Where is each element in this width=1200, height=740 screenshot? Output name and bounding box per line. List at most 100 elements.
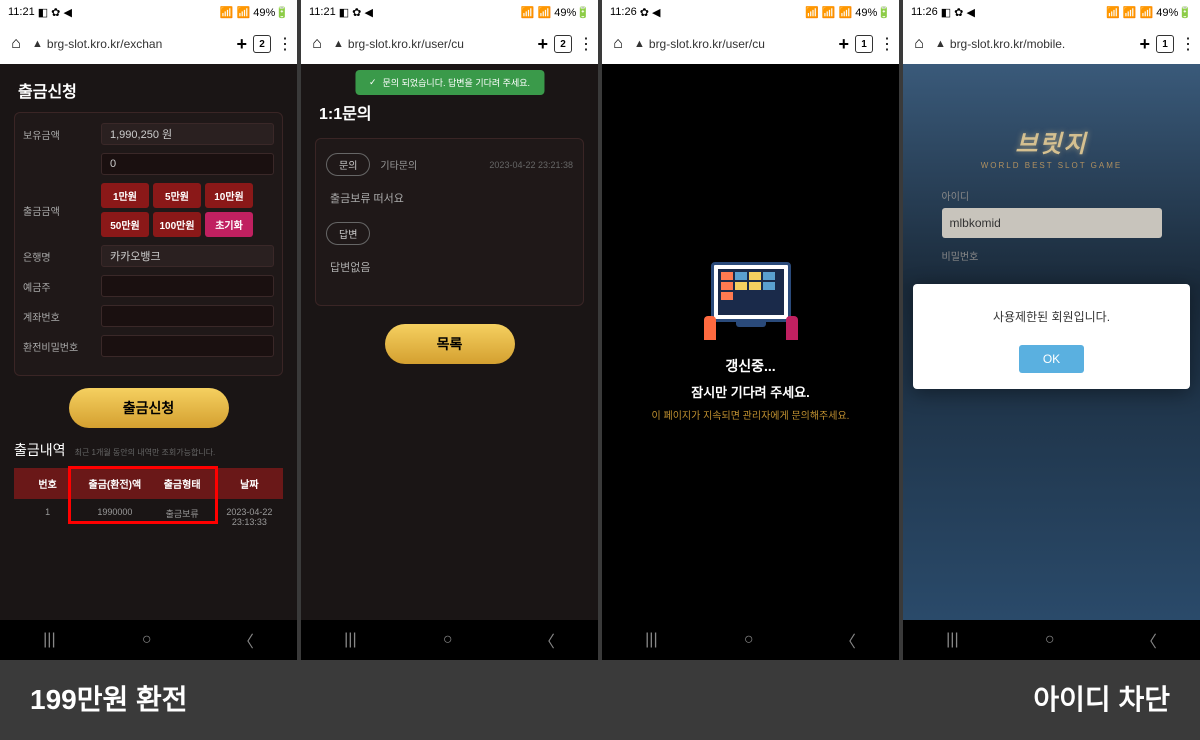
status-bar: 11:26 ◧ ✿ ◀ 📶 📶 📶 49%🔋	[903, 0, 1200, 24]
toast-text: 문의 되었습니다. 답변을 기다려 주세요.	[383, 76, 530, 89]
status-bar: 11:26 ✿ ◀ 📶 📶 📶 49%🔋	[602, 0, 899, 24]
td-status: 출금보류	[149, 499, 216, 535]
url-bar[interactable]: ▲brg-slot.kro.kr/exchan	[32, 37, 230, 51]
monitor-icon	[711, 262, 791, 322]
holder-label: 예금주	[23, 279, 93, 294]
browser-bar: ⌂ ▲brg-slot.kro.kr/mobile. + 1 ⋮	[903, 24, 1200, 64]
reply-none: 답변없음	[326, 259, 573, 275]
url-bar[interactable]: ▲ brg-slot.kro.kr/user/cu	[634, 37, 832, 51]
nav-back[interactable]: 〈	[840, 628, 856, 652]
loading-text: 갱신중...	[725, 356, 775, 376]
tab-count[interactable]: 2	[253, 35, 271, 53]
login-form: 아이디 비밀번호	[942, 188, 1162, 268]
withdraw-page: 출금신청 보유금액 1,990,250 원 0 출금금액 1만원 5만원 10만…	[0, 64, 297, 620]
url-text: brg-slot.kro.kr/user/cu	[649, 37, 765, 51]
amount-btn-reset[interactable]: 초기화	[205, 212, 253, 237]
th-status: 출금형태	[149, 468, 216, 499]
modal-ok-button[interactable]: OK	[1019, 345, 1084, 373]
nav-back[interactable]: 〈	[1141, 628, 1157, 652]
reply-badge: 답변	[326, 222, 370, 245]
loading-illustration	[696, 262, 806, 342]
nav-bar: ||| ○ 〈	[903, 620, 1200, 660]
caption-right: 아이디 차단	[1033, 678, 1170, 718]
inquiry-category: 기타문의	[380, 157, 479, 172]
inquiry-date: 2023-04-22 23:21:38	[489, 160, 573, 170]
tab-count[interactable]: 1	[1156, 35, 1174, 53]
home-icon[interactable]: ⌂	[6, 34, 26, 54]
url-text: brg-slot.kro.kr/user/cu	[348, 37, 464, 51]
history-subtitle: 최근 1개월 동안의 내역만 조회가능합니다.	[75, 448, 216, 457]
inquiry-page: ✓ 문의 되었습니다. 답변을 기다려 주세요. 1:1문의 문의 기타문의 2…	[301, 64, 598, 620]
amount-input[interactable]: 0	[101, 153, 274, 175]
id-input[interactable]	[942, 208, 1162, 238]
holder-input[interactable]	[101, 275, 274, 297]
nav-recent[interactable]: |||	[645, 631, 657, 649]
nav-recent[interactable]: |||	[946, 631, 958, 649]
status-icons-right: 📶 📶 📶 49%🔋	[1106, 6, 1192, 19]
nav-home[interactable]: ○	[1045, 631, 1055, 649]
browser-bar: ⌂ ▲brg-slot.kro.kr/exchan + 2 ⋮	[0, 24, 297, 64]
home-icon[interactable]: ⌂	[608, 34, 628, 54]
browser-bar: ⌂ ▲ brg-slot.kro.kr/user/cu + 1 ⋮	[602, 24, 899, 64]
url-text: brg-slot.kro.kr/exchan	[47, 37, 162, 51]
pwd-input[interactable]	[101, 335, 274, 357]
nav-bar: ||| ○ 〈	[301, 620, 598, 660]
amount-btn-10[interactable]: 10만원	[205, 183, 253, 208]
list-button[interactable]: 목록	[385, 324, 515, 364]
balance-label: 보유금액	[23, 127, 93, 142]
tab-count[interactable]: 1	[855, 35, 873, 53]
pw-label: 비밀번호	[942, 248, 1162, 263]
tab-count[interactable]: 2	[554, 35, 572, 53]
page-title: 출금신청	[14, 72, 283, 112]
bank-input[interactable]: 카카오뱅크	[101, 245, 274, 267]
home-icon[interactable]: ⌂	[307, 34, 327, 54]
status-icons-right: 📶 📶 📶 49%🔋	[805, 6, 891, 19]
note-text: 이 페이지가 지속되면 관리자에게 문의해주세요.	[652, 407, 850, 422]
menu-icon[interactable]: ⋮	[277, 34, 291, 54]
toast-message: ✓ 문의 되었습니다. 답변을 기다려 주세요.	[355, 70, 544, 95]
menu-icon[interactable]: ⋮	[1180, 34, 1194, 54]
captions: 199만원 환전 아이디 차단	[0, 660, 1200, 736]
phone-screen-4: 11:26 ◧ ✿ ◀ 📶 📶 📶 49%🔋 ⌂ ▲brg-slot.kro.k…	[903, 0, 1200, 660]
home-icon[interactable]: ⌂	[909, 34, 929, 54]
nav-back[interactable]: 〈	[238, 628, 254, 652]
new-tab-icon[interactable]: +	[838, 34, 849, 55]
amount-btn-1[interactable]: 1만원	[101, 183, 149, 208]
phone-screen-2: 11:21 ◧ ✿ ◀ 📶 📶 49%🔋 ⌂ ▲brg-slot.kro.kr/…	[301, 0, 598, 660]
submit-button[interactable]: 출금신청	[69, 388, 229, 428]
nav-home[interactable]: ○	[142, 631, 152, 649]
new-tab-icon[interactable]: +	[537, 34, 548, 55]
page-title: 1:1문의	[315, 94, 584, 138]
new-tab-icon[interactable]: +	[236, 34, 247, 55]
td-amount: 1990000	[81, 499, 148, 535]
amount-btn-5[interactable]: 5만원	[153, 183, 201, 208]
account-label: 계좌번호	[23, 309, 93, 324]
logo-subtitle: WORLD BEST SLOT GAME	[981, 161, 1123, 170]
warning-icon: ▲	[935, 38, 946, 50]
amount-btn-50[interactable]: 50만원	[101, 212, 149, 237]
history-title: 출금내역	[14, 440, 66, 460]
inquiry-badge: 문의	[326, 153, 370, 176]
url-bar[interactable]: ▲brg-slot.kro.kr/user/cu	[333, 37, 531, 51]
menu-icon[interactable]: ⋮	[879, 34, 893, 54]
nav-home[interactable]: ○	[744, 631, 754, 649]
browser-bar: ⌂ ▲brg-slot.kro.kr/user/cu + 2 ⋮	[301, 24, 598, 64]
td-no: 1	[14, 499, 81, 535]
status-time: 11:21	[309, 6, 336, 18]
logo: 브릿지	[1015, 124, 1087, 159]
status-time: 11:21	[8, 6, 35, 18]
modal-text: 사용제한된 회원입니다.	[929, 308, 1174, 325]
new-tab-icon[interactable]: +	[1139, 34, 1150, 55]
nav-home[interactable]: ○	[443, 631, 453, 649]
status-bar: 11:21 ◧ ✿ ◀ 📶 📶 49%🔋	[301, 0, 598, 24]
table-row: 1 1990000 출금보류 2023-04-22 23:13:33	[14, 499, 283, 535]
nav-recent[interactable]: |||	[43, 631, 55, 649]
nav-back[interactable]: 〈	[539, 628, 555, 652]
nav-recent[interactable]: |||	[344, 631, 356, 649]
url-bar[interactable]: ▲brg-slot.kro.kr/mobile.	[935, 37, 1133, 51]
menu-icon[interactable]: ⋮	[578, 34, 592, 54]
account-input[interactable]	[101, 305, 274, 327]
th-date: 날짜	[216, 468, 283, 499]
amount-btn-100[interactable]: 100만원	[153, 212, 201, 237]
warning-icon: ▲	[634, 38, 645, 50]
